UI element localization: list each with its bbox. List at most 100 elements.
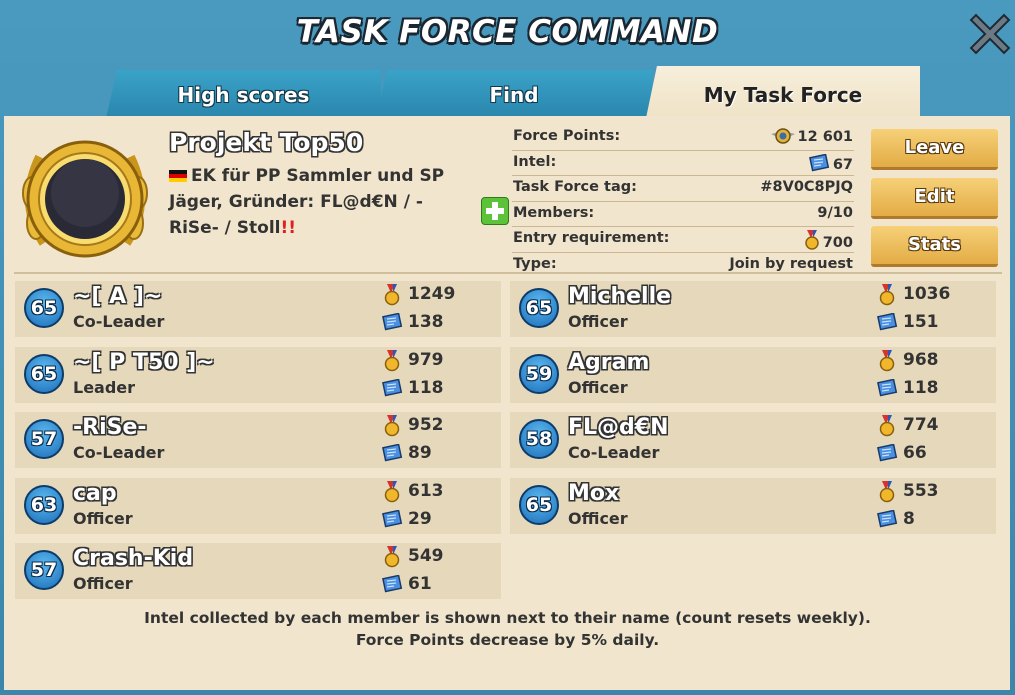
intel-icon <box>382 378 403 396</box>
member-name: cap <box>73 480 117 506</box>
intel-count: 118 <box>903 377 939 398</box>
member-medals: 952 <box>384 415 444 437</box>
tab-find[interactable]: Find <box>376 70 652 118</box>
footer-line-2: Force Points decrease by 5% daily. <box>355 631 660 649</box>
tab-my-task-force[interactable]: My Task Force <box>646 66 920 118</box>
laurel-emblem-icon <box>14 133 156 265</box>
description-text: EK für PP Sammler und SP Jäger, Gründer:… <box>169 166 445 238</box>
members-value: 9/10 <box>817 204 853 221</box>
intel-count: 138 <box>408 312 444 332</box>
member-card[interactable]: 63 cap Officer 613 29 <box>15 477 501 534</box>
member-role: Officer <box>568 312 628 331</box>
intel-icon <box>382 313 403 331</box>
member-intel: 8 <box>877 508 915 529</box>
level-badge: 58 <box>519 419 559 459</box>
medal-count: 979 <box>408 349 444 370</box>
medal-count: 774 <box>903 415 939 435</box>
intel-row: Intel: 67 <box>512 151 854 177</box>
intel-count: 29 <box>408 508 432 529</box>
tag-row: Task Force tag: #8V0C8PJQ <box>512 176 854 202</box>
level-badge: 65 <box>24 288 64 328</box>
german-flag-icon <box>169 170 187 182</box>
level-badge: 57 <box>24 419 64 459</box>
intel-count: 66 <box>903 443 927 463</box>
edit-button[interactable]: Edit <box>871 178 998 219</box>
intel-count: 8 <box>903 508 915 529</box>
window-title: TASK FORCE COMMAND <box>296 14 719 50</box>
tag-value: #8V0C8PJQ <box>760 179 853 196</box>
medal-icon <box>384 349 400 371</box>
medal-icon <box>879 284 895 306</box>
member-intel: 118 <box>877 377 939 398</box>
member-intel: 118 <box>382 378 444 398</box>
member-intel: 66 <box>877 443 927 463</box>
member-intel: 138 <box>382 312 444 332</box>
member-name: -RiSe- <box>73 415 147 440</box>
footer-note: Intel collected by each member is shown … <box>0 607 1015 651</box>
members-row: Members: 9/10 <box>512 202 854 228</box>
member-role: Officer <box>568 377 628 397</box>
member-medals: 1249 <box>384 284 456 306</box>
medal-count: 1249 <box>408 284 456 304</box>
entry-requirement-value: 700 <box>822 235 853 252</box>
intel-icon <box>382 509 403 527</box>
member-name: FL@d€N <box>568 415 669 440</box>
intel-icon <box>382 444 403 462</box>
member-medals: 549 <box>384 546 444 568</box>
member-role: Co-Leader <box>73 443 165 462</box>
member-card[interactable]: 65 ~[ P T50 ]~ Leader 979 118 <box>15 346 501 403</box>
leave-button[interactable]: Leave <box>871 129 998 170</box>
medal-icon <box>879 415 895 437</box>
member-medals: 613 <box>384 480 444 502</box>
description-exclamation: !! <box>280 218 297 238</box>
force-points-icon <box>770 128 795 144</box>
medal-icon <box>384 284 400 306</box>
footer-line-1: Intel collected by each member is shown … <box>144 609 871 627</box>
level-badge: 65 <box>519 484 559 525</box>
medal-icon <box>804 230 819 251</box>
member-card[interactable]: 57 Crash-Kid Officer 549 61 <box>15 543 501 599</box>
member-card[interactable]: 65 Mox Officer 553 8 <box>510 477 996 534</box>
intel-icon <box>877 313 898 331</box>
member-card[interactable]: 59 Agram Officer 968 118 <box>510 346 996 403</box>
close-icon[interactable] <box>968 12 1012 56</box>
medal-count: 968 <box>903 349 939 370</box>
level-badge: 65 <box>24 353 64 394</box>
members-label: Members: <box>513 204 595 221</box>
level-badge: 65 <box>519 288 559 328</box>
member-name: ~[ A ]~ <box>73 284 163 309</box>
task-force-name: Projekt Top50 <box>169 128 364 157</box>
task-force-window: TASK FORCE COMMAND High scores Find My T… <box>0 0 1015 695</box>
tag-label: Task Force tag: <box>513 179 637 196</box>
member-medals: 553 <box>879 480 939 502</box>
member-intel: 89 <box>382 443 432 463</box>
force-points-value: 12 601 <box>797 129 854 145</box>
member-name: ~[ P T50 ]~ <box>73 349 215 375</box>
member-card[interactable]: 65 ~[ A ]~ Co-Leader 1249 138 <box>15 281 501 337</box>
member-card[interactable]: 57 -RiSe- Co-Leader 952 89 <box>15 412 501 468</box>
medal-count: 1036 <box>903 284 951 304</box>
medal-icon <box>879 480 895 502</box>
intel-value: 67 <box>832 156 853 173</box>
stats-button[interactable]: Stats <box>871 226 998 267</box>
member-role: Co-Leader <box>73 312 165 331</box>
add-member-icon[interactable] <box>481 197 509 225</box>
intel-icon <box>877 444 898 462</box>
medal-count: 549 <box>408 546 444 566</box>
medal-icon <box>384 546 400 568</box>
member-card[interactable]: 65 Michelle Officer 1036 151 <box>510 281 996 337</box>
intel-count: 61 <box>408 574 432 594</box>
member-role: Officer <box>568 508 628 528</box>
entry-requirement-row: Entry requirement: 700 <box>512 227 854 253</box>
medal-count: 613 <box>408 480 444 501</box>
member-medals: 774 <box>879 415 939 437</box>
force-points-row: Force Points: 12 601 <box>512 125 854 151</box>
member-medals: 979 <box>384 349 444 371</box>
member-card[interactable]: 58 FL@d€N Co-Leader 774 66 <box>510 412 996 468</box>
tab-high-scores[interactable]: High scores <box>106 70 381 118</box>
member-role: Officer <box>73 508 133 528</box>
intel-count: 151 <box>903 312 939 332</box>
member-intel: 151 <box>877 312 939 332</box>
member-role: Leader <box>73 377 136 397</box>
member-role: Officer <box>73 574 133 593</box>
